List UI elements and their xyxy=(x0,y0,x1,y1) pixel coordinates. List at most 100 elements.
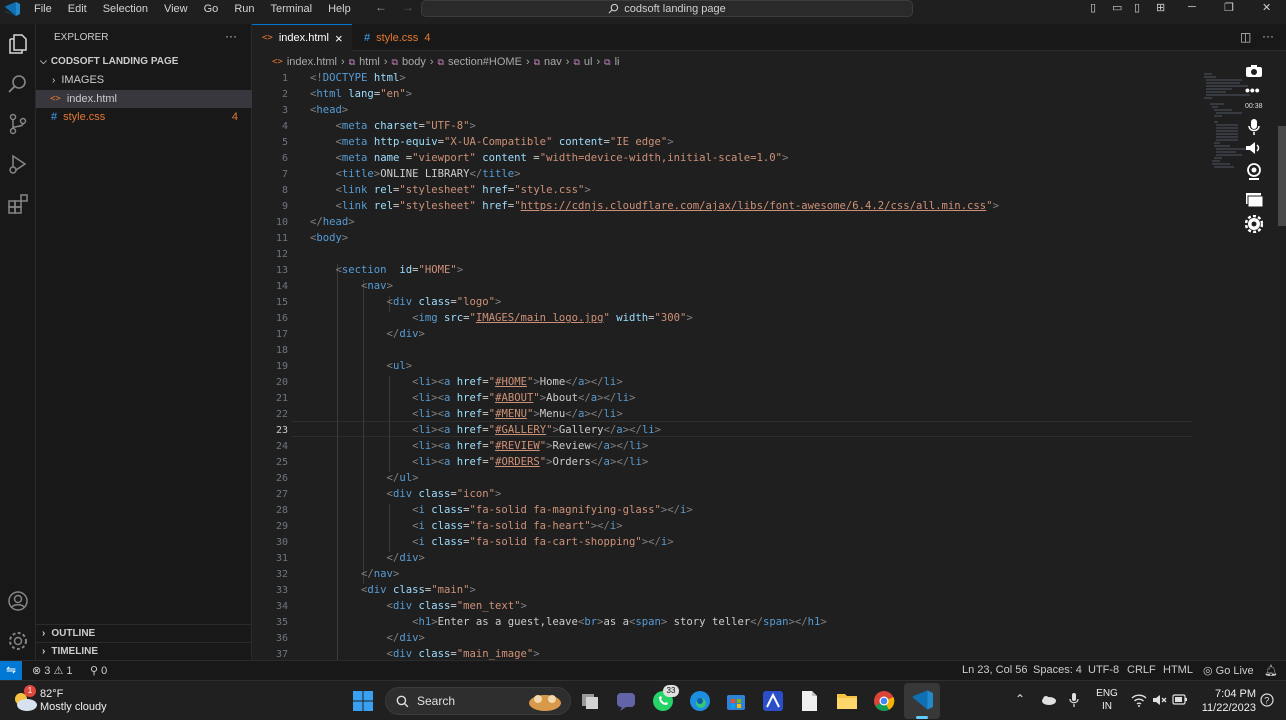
whatsapp-app[interactable]: 33 xyxy=(651,685,679,713)
microphone-icon[interactable] xyxy=(1248,118,1260,136)
power-automate-icon[interactable] xyxy=(761,689,785,713)
menu-terminal[interactable]: Terminal xyxy=(263,3,321,15)
accounts-icon[interactable] xyxy=(6,589,30,613)
code-line[interactable]: <!DOCTYPE html> xyxy=(310,72,406,84)
speaker-icon[interactable] xyxy=(1245,141,1263,155)
ports-indicator[interactable]: ⚲ 0 xyxy=(90,664,107,677)
extensions-icon[interactable] xyxy=(6,192,30,216)
taskbar-search[interactable]: Search xyxy=(385,687,571,715)
document-file-icon[interactable] xyxy=(797,689,821,713)
go-live-button[interactable]: ◎ Go Live xyxy=(1203,664,1254,677)
task-view-icon[interactable] xyxy=(578,689,602,713)
menu-file[interactable]: File xyxy=(26,3,60,15)
screen-share-icon[interactable] xyxy=(1245,192,1263,208)
menu-help[interactable]: Help xyxy=(320,3,359,15)
code-line[interactable]: <li><a href="#GALLERY">Gallery</a></li> xyxy=(310,424,661,436)
split-editor-icon[interactable]: ◫ xyxy=(1240,30,1251,44)
code-line[interactable]: </div> xyxy=(310,632,425,644)
code-line[interactable]: </div> xyxy=(310,552,425,564)
tab-index-html[interactable]: <> index.html × xyxy=(252,24,352,51)
microphone-tray-icon[interactable] xyxy=(1069,692,1079,708)
code-line[interactable]: <html lang="en"> xyxy=(310,88,412,100)
command-center-search[interactable]: codsoft landing page xyxy=(421,0,913,17)
code-line[interactable]: <body> xyxy=(310,232,348,244)
remote-indicator-icon[interactable]: ⇋ xyxy=(0,661,22,681)
webcam-icon[interactable] xyxy=(1246,163,1262,181)
code-line[interactable]: <meta name ="viewport" content ="width=d… xyxy=(310,152,789,164)
code-line[interactable]: <nav> xyxy=(310,280,393,292)
toggle-panel-icon[interactable]: ▭ xyxy=(1112,1,1122,14)
restore-icon[interactable]: ❐ xyxy=(1224,1,1234,14)
volume-muted-icon[interactable] xyxy=(1152,693,1168,707)
workspace-folder-header[interactable]: ⌵ CODSOFT LANDING PAGE xyxy=(36,52,252,70)
code-line[interactable]: <ul> xyxy=(310,360,413,372)
code-line[interactable]: <li><a href="#ABOUT">About</a></li> xyxy=(310,392,635,404)
code-line[interactable]: <div class="men_text"> xyxy=(310,600,527,612)
encoding[interactable]: UTF-8 xyxy=(1088,664,1119,676)
settings-gear-icon[interactable] xyxy=(6,629,30,653)
menu-edit[interactable]: Edit xyxy=(60,3,95,15)
recorder-settings-icon[interactable] xyxy=(1245,215,1263,233)
forward-arrow-icon[interactable]: → xyxy=(402,0,414,14)
code-line[interactable]: <i class="fa-solid fa-cart-shopping"></i… xyxy=(310,536,674,548)
breadcrumb-item-ul[interactable]: ul xyxy=(584,56,593,68)
code-line[interactable]: <li><a href="#HOME">Home</a></li> xyxy=(310,376,623,388)
code-line[interactable]: <li><a href="#REVIEW">Review</a></li> xyxy=(310,440,648,452)
code-line[interactable]: <link rel="stylesheet" href="https://cdn… xyxy=(310,200,999,212)
outline-section[interactable]: › OUTLINE xyxy=(36,624,252,642)
toggle-sidebar-icon[interactable]: ▯ xyxy=(1090,1,1096,14)
code-editor[interactable]: 1 <!DOCTYPE html> 2 <html lang="en"> 3 <head>… xyxy=(252,72,1286,660)
more-options-icon[interactable]: ••• xyxy=(1245,82,1260,98)
code-line[interactable]: <head> xyxy=(310,104,348,116)
close-window-icon[interactable]: ✕ xyxy=(1262,1,1271,14)
code-line[interactable]: <div class="main"> xyxy=(310,584,476,596)
breadcrumb-item-section[interactable]: section#HOME xyxy=(448,56,522,68)
menu-run[interactable]: Run xyxy=(226,3,262,15)
vscode-taskbar-button[interactable] xyxy=(904,683,940,719)
code-line[interactable]: <div class="icon"> xyxy=(310,488,502,500)
breadcrumb-item-html[interactable]: html xyxy=(359,56,380,68)
code-line[interactable]: <link rel="stylesheet" href="style.css"> xyxy=(310,184,591,196)
more-actions-icon[interactable]: ··· xyxy=(1262,29,1274,43)
breadcrumb-item-nav[interactable]: nav xyxy=(544,56,562,68)
customize-layout-icon[interactable]: ⊞ xyxy=(1156,1,1165,14)
end-of-line[interactable]: CRLF xyxy=(1127,664,1156,676)
code-line[interactable]: <img src="IMAGES/main logo.jpg" width="3… xyxy=(310,312,693,324)
code-line[interactable]: <li><a href="#ORDERS">Orders</a></li> xyxy=(310,456,648,468)
tree-item-index-html[interactable]: <> index.html xyxy=(36,90,252,108)
minimize-icon[interactable]: ─ xyxy=(1188,1,1196,13)
vertical-scrollbar[interactable] xyxy=(1278,126,1286,226)
run-debug-icon[interactable] xyxy=(6,152,30,176)
back-arrow-icon[interactable]: ← xyxy=(375,0,387,14)
code-line[interactable]: <i class="fa-solid fa-magnifying-glass">… xyxy=(310,504,693,516)
camera-icon[interactable] xyxy=(1245,64,1263,78)
taskbar-clock[interactable]: 7:04 PM 11/22/2023 xyxy=(1196,687,1256,715)
weather-widget[interactable]: 1 82°F Mostly cloudy xyxy=(10,685,110,717)
cursor-position[interactable]: Ln 23, Col 56 xyxy=(962,664,1027,676)
breadcrumb-item-body[interactable]: body xyxy=(402,56,426,68)
edge-browser-icon[interactable] xyxy=(688,689,712,713)
close-tab-icon[interactable]: × xyxy=(335,31,343,46)
notifications-bell-icon[interactable]: 🔔︎ xyxy=(1264,664,1278,677)
battery-icon[interactable] xyxy=(1172,694,1188,705)
source-control-icon[interactable] xyxy=(6,112,30,136)
code-line[interactable]: </ul> xyxy=(310,472,419,484)
search-view-icon[interactable] xyxy=(6,72,30,96)
windows-start-icon[interactable] xyxy=(351,689,375,713)
indentation[interactable]: Spaces: 4 xyxy=(1033,664,1082,676)
show-hidden-icons-chevron-up-icon[interactable]: ⌃ xyxy=(1015,692,1025,706)
wifi-icon[interactable] xyxy=(1131,693,1147,707)
teams-chat-icon[interactable] xyxy=(614,689,638,713)
breadcrumb-item-file[interactable]: index.html xyxy=(287,56,337,68)
menu-view[interactable]: View xyxy=(156,3,196,15)
microsoft-store-icon[interactable] xyxy=(724,689,748,713)
problems-indicator[interactable]: ⊗ 3 ⚠ 1 xyxy=(32,664,73,677)
language-mode[interactable]: HTML xyxy=(1163,664,1193,676)
code-line[interactable]: <div class="logo"> xyxy=(310,296,502,308)
tree-item-style-css[interactable]: # style.css 4 xyxy=(36,108,252,126)
tree-item-images[interactable]: › IMAGES xyxy=(36,71,252,89)
chrome-browser-icon[interactable] xyxy=(872,689,896,713)
help-question-icon[interactable]: ? xyxy=(1260,693,1274,707)
menu-go[interactable]: Go xyxy=(196,3,227,15)
menu-selection[interactable]: Selection xyxy=(95,3,156,15)
